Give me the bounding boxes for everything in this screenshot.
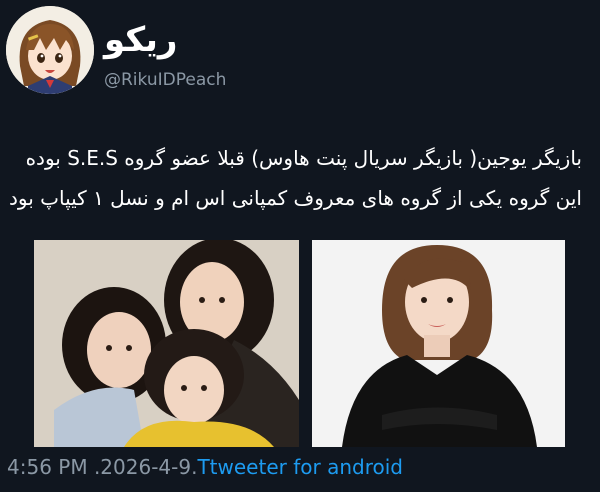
group-photo-image <box>34 240 299 447</box>
portrait-photo[interactable] <box>312 240 565 447</box>
anime-girl-avatar-icon <box>6 6 94 94</box>
tweet-card: ریکو @RikuIDPeach بازیگر یوجین( بازیگر س… <box>0 0 600 492</box>
display-name[interactable]: ریکو <box>104 20 177 60</box>
tweet-text-line: بازیگر یوجین( بازیگر سریال پنت هاوس) قبل… <box>25 146 582 170</box>
tweet-time: 4:56 PM <box>7 455 88 479</box>
group-photo[interactable] <box>34 240 299 447</box>
tweet-date: .2026-4-9. <box>93 455 198 479</box>
tweet-source-link[interactable]: Ttweeter for android <box>197 455 403 479</box>
tweet-meta: 4:56 PM .2026-4-9.Ttweeter for android <box>7 455 403 479</box>
tweet-text: بازیگر یوجین( بازیگر سریال پنت هاوس) قبل… <box>9 138 582 218</box>
portrait-photo-image <box>312 240 565 447</box>
user-handle[interactable]: @RikuIDPeach <box>104 70 226 90</box>
avatar[interactable] <box>6 6 94 94</box>
tweet-text-line: این گروه یکی از گروه های معروف کمپانی اس… <box>9 186 582 210</box>
